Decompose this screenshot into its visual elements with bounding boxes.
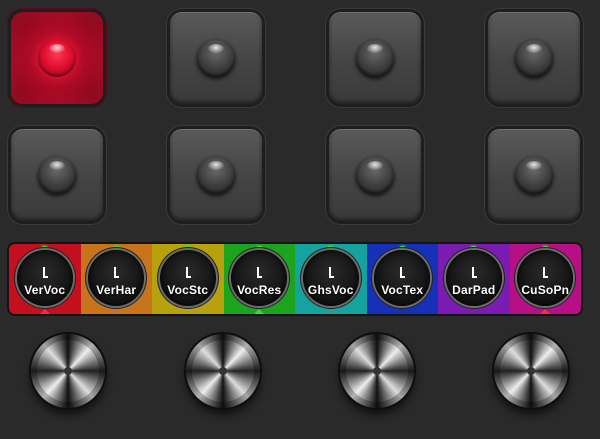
strip-knob[interactable]: CuSoPn — [517, 250, 574, 306]
pad-3[interactable] — [329, 12, 421, 104]
pad-2[interactable] — [170, 12, 262, 104]
knob-pointer-icon — [471, 267, 477, 278]
pad-led — [356, 39, 394, 77]
strip-knob-label: VerHar — [96, 283, 137, 297]
pad-4[interactable] — [488, 12, 580, 104]
knob-pointer-icon — [185, 267, 191, 278]
pad-grid — [0, 0, 600, 240]
big-knob-1[interactable] — [31, 334, 105, 408]
pad-led — [356, 156, 394, 194]
strip-slot: GhsVoc — [295, 244, 367, 314]
big-knob-4[interactable] — [494, 334, 568, 408]
knob-pointer-icon — [42, 267, 48, 278]
marker-icon — [540, 309, 551, 314]
pad-led — [38, 39, 76, 77]
strip-knob[interactable]: VocStc — [159, 250, 216, 306]
knob-strip: VerVoc VerHar VocStc VocRes GhsVoc VocTe… — [9, 244, 581, 314]
strip-knob-label: CuSoPn — [521, 283, 570, 297]
strip-knob-label: DarPad — [452, 283, 496, 297]
pad-led — [515, 156, 553, 194]
strip-slot: VocTex — [366, 244, 438, 314]
strip-knob[interactable]: VocRes — [231, 250, 288, 306]
pad-led — [197, 156, 235, 194]
strip-slot: DarPad — [438, 244, 510, 314]
marker-icon — [39, 309, 50, 314]
strip-knob-label: VocRes — [237, 283, 282, 297]
pad-8[interactable] — [488, 129, 580, 221]
strip-slot: VerHar — [80, 244, 152, 314]
pad-6[interactable] — [170, 129, 262, 221]
knob-pointer-icon — [543, 267, 549, 278]
strip-knob[interactable]: GhsVoc — [302, 250, 359, 306]
knob-pointer-icon — [328, 267, 334, 278]
strip-knob[interactable]: VocTex — [374, 250, 431, 306]
pad-led — [515, 39, 553, 77]
strip-knob-label: GhsVoc — [307, 283, 354, 297]
pad-7[interactable] — [329, 129, 421, 221]
strip-knob-label: VocTex — [381, 283, 424, 297]
knob-pointer-icon — [400, 267, 406, 278]
big-knob-3[interactable] — [340, 334, 414, 408]
strip-slot: VocStc — [152, 244, 224, 314]
big-knob-2[interactable] — [186, 334, 260, 408]
pad-led — [38, 156, 76, 194]
pad-led — [197, 39, 235, 77]
strip-knob[interactable]: DarPad — [445, 250, 502, 306]
strip-knob[interactable]: VerHar — [88, 250, 145, 306]
strip-knob[interactable]: VerVoc — [16, 250, 73, 306]
strip-slot: VerVoc — [9, 244, 81, 314]
strip-slot: VocRes — [223, 244, 295, 314]
pad-1[interactable] — [11, 12, 103, 104]
knob-pointer-icon — [114, 267, 120, 278]
knob-pointer-icon — [257, 267, 263, 278]
marker-icon — [254, 309, 265, 314]
pad-5[interactable] — [11, 129, 103, 221]
strip-slot: CuSoPn — [509, 244, 581, 314]
strip-knob-label: VocStc — [167, 283, 209, 297]
strip-knob-label: VerVoc — [24, 283, 66, 297]
